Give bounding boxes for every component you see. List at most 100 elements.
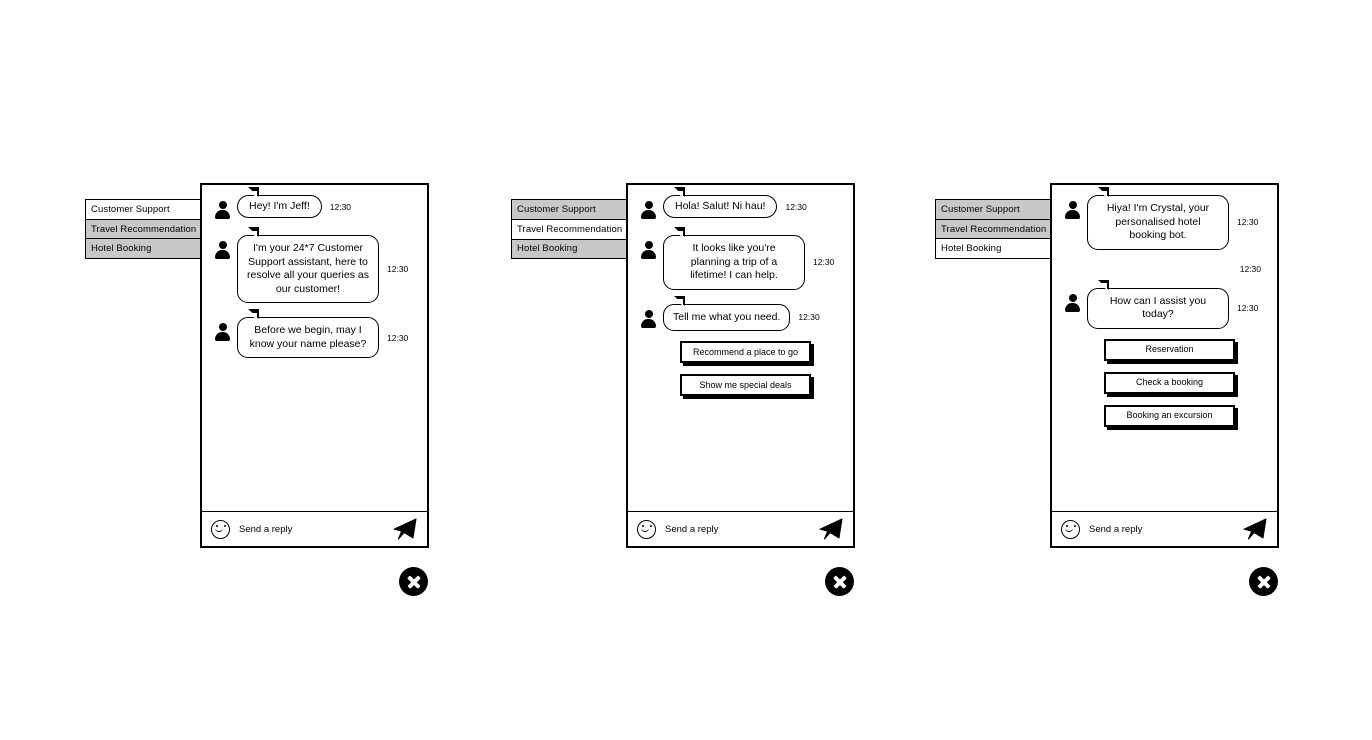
paper-plane-icon[interactable] — [1243, 518, 1267, 540]
message-bubble-wrap: I'm your 24*7 Customer Support assistant… — [237, 227, 421, 303]
mockup-canvas: Customer Support Travel Recommendation Hot… — [0, 0, 1372, 740]
sidebar-tab-customer-support[interactable]: Customer Support — [85, 199, 201, 220]
message-bubble-wrap: Hey! I'm Jeff! 12:30 — [237, 187, 421, 218]
chat-message: Before we begin, may I know your name pl… — [202, 309, 427, 358]
message-timestamp: 12:30 — [329, 201, 352, 212]
message-timestamp: 12:30 — [1237, 217, 1259, 228]
sidebar-tab-label: Hotel Booking — [91, 243, 152, 254]
smiley-mouth — [215, 526, 223, 532]
close-circle-icon[interactable] — [1249, 567, 1278, 596]
paper-plane-icon[interactable] — [819, 518, 843, 540]
message-bubble: It looks like you're planning a trip of … — [663, 227, 805, 290]
message-timestamp: 12:30 — [387, 264, 409, 274]
chatbot-mockup-hotel-booking: Customer Support Travel Recommendation Hot… — [850, 0, 1279, 740]
bot-avatar-icon — [214, 201, 231, 221]
message-bubble: I'm your 24*7 Customer Support assistant… — [237, 227, 379, 303]
sidebar-tab-customer-support[interactable]: Customer Support — [935, 199, 1051, 220]
message-timestamp: 12:30 — [798, 312, 820, 323]
chat-message-list: Hiya! I'm Crystal, your personalised hot… — [1052, 185, 1277, 511]
smiley-eye-right — [223, 524, 226, 527]
smiley-icon[interactable] — [211, 519, 230, 539]
bot-avatar-icon — [214, 241, 231, 261]
sidebar-tab-customer-support[interactable]: Customer Support — [511, 199, 627, 220]
reply-input[interactable]: Send a reply — [665, 524, 819, 535]
message-bubble-wrap: It looks like you're planning a trip of … — [663, 227, 847, 290]
sidebar-tab-travel-recommendation[interactable]: Travel Recommendation — [85, 218, 201, 240]
sidebar-tab-label: Travel Recommendation — [517, 223, 623, 235]
chat-window-hotel-booking: Hiya! I'm Crystal, your personalised hot… — [1050, 183, 1279, 548]
sidebar-tabs: Customer Support Travel Recommendation Hot… — [85, 199, 201, 259]
chat-message: Tell me what you need. 12:30 — [628, 295, 853, 331]
quick-reply-list: Reservation Check a booking Booking an exc… — [1052, 338, 1277, 427]
smiley-mouth — [641, 526, 649, 532]
sidebar-tab-hotel-booking[interactable]: Hotel Booking — [85, 238, 201, 259]
message-input-bar: Send a reply — [628, 511, 853, 546]
smiley-icon[interactable] — [1061, 519, 1080, 539]
message-bubble-wrap: Hola! Salut! Ni hau! 12:30 — [663, 187, 847, 218]
smiley-icon[interactable] — [637, 519, 656, 539]
message-bubble-wrap: How can I assist you today? 12:30 — [1087, 279, 1271, 329]
sidebar-tab-hotel-booking[interactable]: Hotel Booking — [935, 238, 1051, 259]
sidebar-tab-label: Hotel Booking — [517, 243, 578, 254]
sidebar-tab-label: Customer Support — [941, 204, 1020, 215]
sidebar-tab-label: Customer Support — [517, 204, 596, 215]
chat-message-list: Hola! Salut! Ni hau! 12:30 It looks like y… — [628, 185, 853, 511]
message-bubble-wrap: Tell me what you need. 12:30 — [663, 295, 847, 331]
chat-window-customer-support: Hey! I'm Jeff! 12:30 I'm your 24*7 Custome… — [200, 183, 429, 548]
bot-avatar-icon — [640, 201, 657, 221]
message-bubble: Hiya! I'm Crystal, your personalised hot… — [1087, 187, 1229, 250]
message-input-bar: Send a reply — [1052, 511, 1277, 546]
message-timestamp: 12:30 — [387, 332, 409, 343]
message-input-bar: Send a reply — [202, 511, 427, 546]
message-bubble: How can I assist you today? — [1087, 279, 1229, 329]
bot-avatar-icon — [640, 309, 657, 330]
message-timestamp: 12:30 — [813, 257, 835, 268]
sidebar-tabs: Customer Support Travel Recommendation Hot… — [511, 199, 627, 259]
paper-plane-icon[interactable] — [393, 518, 417, 540]
message-bubble: Before we begin, may I know your name pl… — [237, 309, 379, 358]
message-bubble-wrap: Before we begin, may I know your name pl… — [237, 309, 421, 358]
bot-avatar-icon — [640, 241, 657, 261]
sidebar-tab-label: Travel Recommendation — [941, 223, 1047, 235]
chat-message: Hola! Salut! Ni hau! 12:30 — [628, 187, 853, 221]
sidebar-tab-label: Hotel Booking — [941, 243, 1002, 254]
sidebar-tab-label: Customer Support — [91, 204, 170, 215]
smiley-eye-right — [1073, 524, 1076, 527]
smiley-eye-right — [649, 524, 652, 527]
message-bubble: Tell me what you need. — [663, 295, 791, 331]
chat-message: Hiya! I'm Crystal, your personalised hot… — [1052, 187, 1277, 250]
message-timestamp: 12:30 — [1239, 263, 1261, 274]
message-bubble: Hey! I'm Jeff! — [237, 187, 322, 218]
chat-message-list: Hey! I'm Jeff! 12:30 I'm your 24*7 Custome… — [202, 185, 427, 511]
quick-reply-button[interactable]: Recommend a place to go — [680, 341, 811, 363]
message-timestamp: 12:30 — [1237, 303, 1259, 313]
bot-avatar-icon — [214, 323, 231, 343]
chat-message: Hey! I'm Jeff! 12:30 — [202, 187, 427, 221]
sidebar-tab-travel-recommendation[interactable]: Travel Recommendation — [511, 218, 627, 240]
message-bubble: Hola! Salut! Ni hau! — [663, 187, 778, 218]
chatbot-mockup-customer-support: Customer Support Travel Recommendation Hot… — [0, 0, 429, 740]
chat-message: It looks like you're planning a trip of … — [628, 227, 853, 290]
message-timestamp: 12:30 — [785, 201, 807, 212]
close-circle-icon[interactable] — [399, 567, 428, 596]
quick-reply-button[interactable]: Booking an excursion — [1104, 404, 1235, 427]
bot-avatar-icon — [1064, 293, 1081, 314]
quick-reply-list: Recommend a place to go Show me special d… — [628, 341, 853, 396]
quick-reply-button[interactable]: Show me special deals — [680, 374, 811, 396]
chatbot-mockup-travel-recommendation: Customer Support Travel Recommendation Hot… — [426, 0, 855, 740]
chat-message: I'm your 24*7 Customer Support assistant… — [202, 227, 427, 303]
reply-input[interactable]: Send a reply — [1089, 524, 1243, 535]
quick-reply-button[interactable]: Reservation — [1104, 338, 1235, 361]
chat-message: How can I assist you today? 12:30 — [1052, 279, 1277, 329]
sidebar-tab-travel-recommendation[interactable]: Travel Recommendation — [935, 218, 1051, 240]
sidebar-tab-hotel-booking[interactable]: Hotel Booking — [511, 238, 627, 259]
close-circle-icon[interactable] — [825, 567, 854, 596]
reply-input[interactable]: Send a reply — [239, 524, 393, 535]
chat-window-travel-recommendation: Hola! Salut! Ni hau! 12:30 It looks like y… — [626, 183, 855, 548]
sidebar-tab-label: Travel Recommendation — [91, 223, 197, 235]
smiley-mouth — [1065, 526, 1073, 532]
message-bubble-wrap: Hiya! I'm Crystal, your personalised hot… — [1087, 187, 1271, 250]
quick-reply-button[interactable]: Check a booking — [1104, 371, 1235, 394]
sidebar-tabs: Customer Support Travel Recommendation Hot… — [935, 199, 1051, 259]
bot-avatar-icon — [1064, 201, 1081, 221]
